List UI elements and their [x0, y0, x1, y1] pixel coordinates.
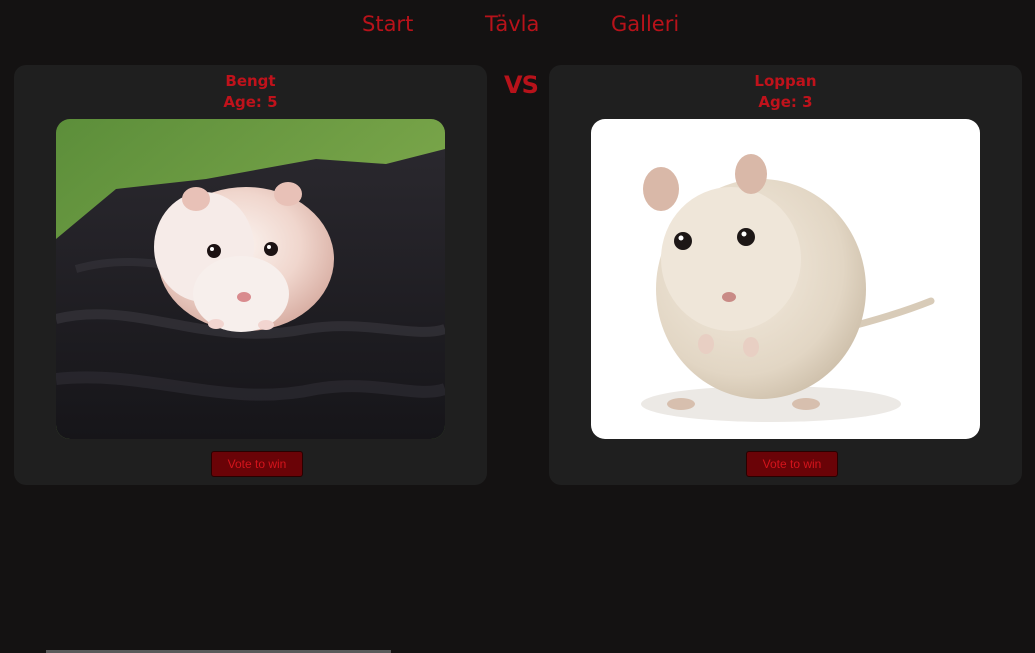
age-label: Age:: [758, 93, 797, 111]
age-value: 5: [267, 93, 278, 111]
gerbil-photo: [591, 119, 980, 439]
vote-button-right[interactable]: Vote to win: [746, 451, 838, 477]
contestant-name: Loppan: [754, 72, 817, 90]
hamster-photo: [56, 119, 445, 439]
vote-button-left[interactable]: Vote to win: [211, 451, 303, 477]
page: Start Tävla Galleri Bengt Age: 5 Vote to…: [0, 0, 1035, 653]
age-label: Age:: [223, 93, 262, 111]
nav-link-start[interactable]: Start: [362, 10, 413, 38]
nav-link-galleri[interactable]: Galleri: [611, 10, 679, 38]
contestant-card-left: Bengt Age: 5 Vote to win: [14, 65, 487, 485]
age-value: 3: [802, 93, 813, 111]
contestant-card-right: Loppan Age: 3 Vote to win: [549, 65, 1022, 485]
top-navigation: Start Tävla Galleri: [0, 0, 1035, 48]
versus-label: VS: [504, 71, 539, 99]
contestant-age-row: Age: 3: [549, 92, 1022, 112]
nav-link-tavla[interactable]: Tävla: [485, 10, 539, 38]
contestant-name: Bengt: [225, 72, 276, 90]
contestant-age-row: Age: 5: [14, 92, 487, 112]
